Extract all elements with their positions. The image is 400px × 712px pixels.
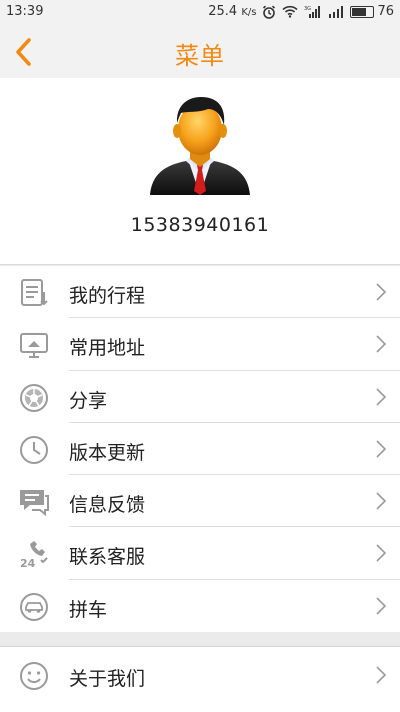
status-time: 13:39 (6, 4, 44, 19)
wifi-icon (282, 5, 299, 18)
smiley-icon (18, 661, 50, 691)
menu-item-share[interactable]: 分享 (0, 371, 400, 423)
chevron-right-icon (376, 492, 386, 510)
menu-item-version-update[interactable]: 版本更新 (0, 423, 400, 476)
menu-item-label: 版本更新 (69, 441, 146, 464)
customer-service-24-icon: 24 (18, 539, 50, 570)
user-phone: 15383940161 (130, 214, 270, 236)
menu-item-common-address[interactable]: 常用地址 (0, 318, 400, 371)
menu-item-label: 关于我们 (69, 668, 146, 690)
chevron-right-icon (376, 388, 386, 406)
menu-item-my-trips[interactable]: 我的行程 (0, 266, 400, 319)
carpool-car-icon (18, 592, 50, 622)
chevron-right-icon (376, 544, 386, 563)
menu-item-label: 分享 (69, 389, 108, 412)
menu-item-label: 常用地址 (69, 337, 146, 360)
main-menu: 我的行程 常用地址 分享 版本更新 信息反馈 24 联系客服 拼车 (0, 266, 400, 632)
chevron-right-icon (376, 666, 386, 684)
chevron-right-icon (376, 597, 386, 615)
network-speed-unit: K/s (241, 7, 257, 18)
profile-section: 15383940161 (0, 78, 400, 265)
menu-item-about-us[interactable]: 关于我们 (0, 647, 400, 699)
menu-item-feedback[interactable]: 信息反馈 (0, 475, 400, 528)
svg-text:24: 24 (20, 557, 36, 569)
network-speed: 25.4 K/s (208, 4, 256, 19)
share-aperture-icon (18, 383, 50, 413)
status-indicators: 25.4 K/s 3G 76 (208, 4, 394, 19)
address-monitor-icon (18, 330, 50, 360)
chevron-right-icon (376, 440, 386, 458)
chevron-right-icon (376, 335, 386, 353)
menu-item-label: 信息反馈 (69, 494, 146, 517)
signal-icon (328, 5, 344, 18)
battery-level: 76 (377, 4, 394, 19)
menu-item-carpool[interactable]: 拼车 (0, 580, 400, 632)
feedback-chat-icon (18, 487, 50, 517)
page-title: 菜单 (175, 42, 225, 70)
alarm-icon (262, 5, 276, 19)
network-speed-value: 25.4 (208, 4, 238, 19)
chevron-right-icon (376, 283, 386, 301)
menu-item-customer-service[interactable]: 24 联系客服 (0, 527, 400, 580)
menu-item-label: 我的行程 (69, 285, 146, 307)
status-bar: 13:39 25.4 K/s 3G 76 (0, 0, 400, 26)
menu-item-label: 联系客服 (69, 546, 146, 569)
about-menu: 关于我们 (0, 646, 400, 712)
svg-text:3G: 3G (304, 6, 311, 12)
trip-list-icon (18, 278, 50, 308)
clock-icon (18, 435, 50, 465)
battery-icon: 76 (350, 4, 394, 19)
title-bar: 菜单 (0, 26, 400, 79)
menu-item-label: 拼车 (69, 598, 108, 621)
signal-3g-icon: 3G (304, 5, 322, 18)
user-avatar-icon[interactable] (148, 93, 252, 195)
